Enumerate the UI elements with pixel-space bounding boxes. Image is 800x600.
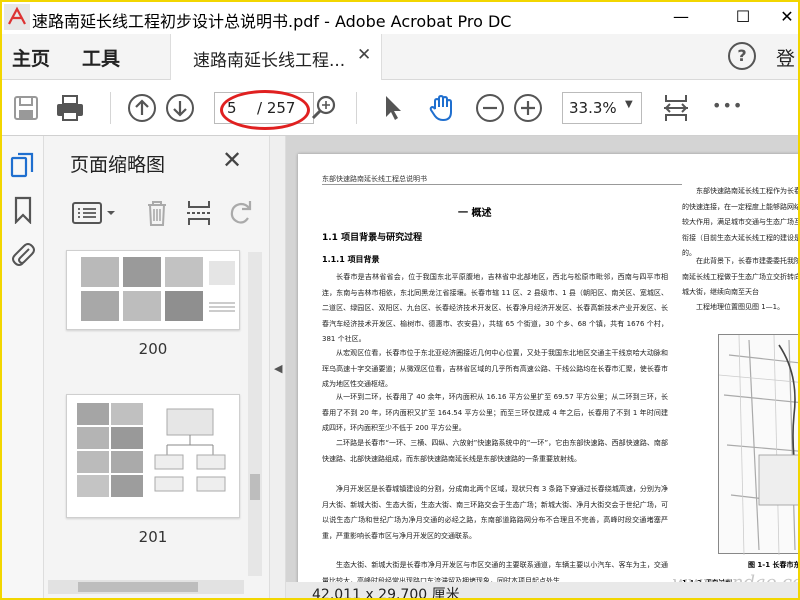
scrollbar-thumb[interactable]	[78, 582, 198, 592]
chapter-title: 一 概述	[458, 208, 492, 219]
main-toolbar: 5 / 257 33.3% ▼ •••	[2, 80, 798, 136]
document-tab-label: 速路南延长线工程...	[193, 51, 346, 71]
login-button[interactable]: 登	[776, 44, 795, 71]
print-icon[interactable]	[54, 92, 86, 124]
navigation-rail	[2, 136, 44, 598]
attachment-icon[interactable]	[10, 240, 36, 268]
page-thumbnails-icon[interactable]	[10, 152, 36, 180]
help-icon[interactable]: ?	[728, 42, 756, 70]
save-icon[interactable]	[10, 92, 42, 124]
window-title: 速路南延长线工程初步设计总说明书.pdf - Adobe Acrobat Pro…	[32, 12, 512, 31]
thumbnail-200-image	[81, 257, 235, 321]
subsection-title: 1.1.1 项目背景	[322, 255, 380, 264]
home-menu[interactable]: 主页	[12, 44, 50, 71]
map-image	[718, 334, 798, 556]
thumbnails-horizontal-scrollbar[interactable]	[48, 580, 244, 594]
close-window-button[interactable]: ✕	[772, 6, 798, 28]
paragraph: 净月开发区是长春城镇建设的分割，分成南北两个区域，现状只有 3 条路下穿通过长春…	[322, 485, 668, 540]
title-bar: 速路南延长线工程初步设计总说明书.pdf - Adobe Acrobat Pro…	[2, 2, 798, 34]
zoom-dropdown[interactable]: 33.3% ▼	[562, 92, 642, 124]
pdf-page: 东部快速路南延长线工程总说明书 一 概述 1.1 项目背景与研究过程 1.1.1…	[298, 154, 798, 598]
header-rule	[322, 184, 682, 185]
more-icon[interactable]: •••	[712, 96, 743, 115]
zoom-tool-icon[interactable]	[308, 92, 340, 124]
delete-page-icon[interactable]	[142, 198, 172, 228]
document-status-bar: 42.011 x 29.700 厘米	[286, 582, 798, 600]
collapse-arrow-icon[interactable]: ◀	[274, 362, 282, 375]
acrobat-window: 速路南延长线工程初步设计总说明书.pdf - Adobe Acrobat Pro…	[0, 0, 800, 600]
thumbnail-page-200[interactable]	[66, 250, 240, 330]
next-page-icon[interactable]	[164, 92, 196, 124]
thumbnail-options-icon[interactable]	[70, 198, 120, 228]
close-tab-icon[interactable]: ✕	[357, 45, 371, 65]
red-highlight-ellipse	[220, 90, 310, 130]
close-panel-icon[interactable]: ✕	[222, 146, 242, 174]
thumbnails-title: 页面缩略图	[70, 154, 166, 176]
running-header: 东部快速路南延长线工程总说明书	[322, 175, 427, 183]
acrobat-logo-icon	[4, 4, 30, 30]
zoom-out-icon[interactable]	[474, 92, 506, 124]
figure-caption: 图 1-1 长春市东	[748, 561, 798, 569]
page-size-readout: 42.011 x 29.700 厘米	[312, 587, 460, 600]
thumbnails-vertical-scrollbar[interactable]	[248, 252, 262, 576]
paragraph: 从宏观区位看，长春市位于东北亚经济圈接近几何中心位置，又处于我国东北地区交通主干…	[322, 349, 668, 388]
minimize-button[interactable]: —	[666, 6, 696, 28]
zoom-in-icon[interactable]	[512, 92, 544, 124]
hand-tool-icon[interactable]	[426, 92, 458, 124]
select-cursor-icon[interactable]	[376, 92, 408, 124]
thumbnail-label-201: 201	[138, 528, 168, 546]
zoom-value: 33.3%	[569, 99, 617, 117]
right-column-paragraph: 东部快速路南延长线工程作为长春与市区的快速连接，在一定程度上能够路网结构起到较大…	[682, 187, 798, 257]
chevron-down-icon: ▼	[625, 99, 633, 110]
maximize-button[interactable]: ☐	[728, 6, 758, 28]
toolbar-separator	[356, 92, 357, 124]
section-title: 1.1 项目背景与研究过程	[322, 233, 423, 243]
thumbnail-201-image	[77, 403, 226, 497]
thumbnails-panel: 页面缩略图 ✕ 200 201	[44, 136, 270, 598]
toolbar-separator	[110, 92, 111, 124]
paragraph: 长春市是吉林省省会，位于我国东北平原腹地，吉林省中北部地区，西北与松原市毗邻，西…	[322, 273, 668, 343]
paragraph: 从一环到二环，长春用了 40 余年，环内面积从 16.16 平方公里扩至 69.…	[322, 393, 668, 432]
paragraph: 二环路是长春市“一环、三横、四纵、六放射”快速路系统中的“一环”，它由东部快速路…	[322, 439, 668, 463]
panel-splitter[interactable]: ◀	[270, 136, 286, 598]
document-view[interactable]: 东部快速路南延长线工程总说明书 一 概述 1.1 项目背景与研究过程 1.1.1…	[286, 136, 798, 600]
location-map-figure	[718, 334, 798, 556]
right-column-paragraph: 在此背景下，长春市建委委托我院快速路南延长线工程做于生态广场立交折转向东侧新城大…	[682, 257, 798, 296]
prev-page-icon[interactable]	[126, 92, 158, 124]
scrollbar-thumb[interactable]	[250, 474, 260, 500]
page-fit-icon[interactable]	[660, 92, 692, 124]
tools-menu[interactable]: 工具	[82, 44, 120, 71]
extract-page-icon[interactable]	[184, 198, 214, 228]
thumbnail-label-200: 200	[138, 340, 168, 358]
document-tab[interactable]: 速路南延长线工程... ✕	[170, 34, 382, 80]
right-column-paragraph: 工程地理位置图见图 1—1。	[696, 303, 785, 311]
rotate-page-icon[interactable]	[226, 198, 256, 228]
bookmark-icon[interactable]	[10, 196, 36, 224]
thumbnail-page-201[interactable]	[66, 394, 240, 518]
menu-tab-bar: 主页 工具 速路南延长线工程... ✕ ? 登	[2, 34, 798, 80]
